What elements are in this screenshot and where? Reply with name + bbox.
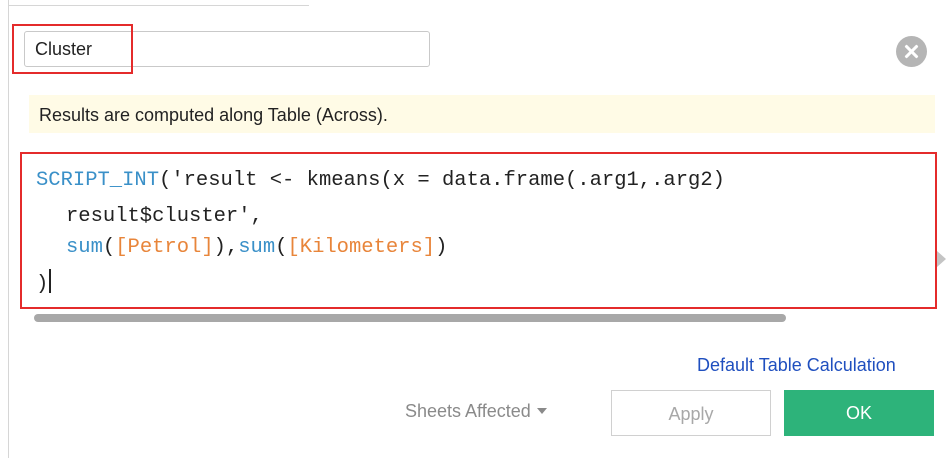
code-sum-function-2: sum [238,236,276,259]
default-table-calculation-link[interactable]: Default Table Calculation [697,355,896,376]
computation-info-bar: Results are computed along Table (Across… [29,95,935,133]
close-circle-icon[interactable] [896,36,927,67]
caret-down-icon [536,408,547,414]
apply-button[interactable]: Apply [611,390,771,436]
ok-button[interactable]: OK [784,390,934,436]
code-paren: ( [102,236,116,259]
code-paren: ) [435,236,448,259]
code-closing-paren: ) [36,273,49,296]
code-line-1: SCRIPT_INT('result <- kmeans(x = data.fr… [36,169,725,192]
calculation-name-input[interactable]: Cluster [24,31,430,67]
code-paren: ), [213,236,239,259]
sheets-affected-dropdown[interactable]: Sheets Affected [405,401,547,422]
sheets-affected-label: Sheets Affected [405,401,531,421]
computation-info-text: Results are computed along Table (Across… [39,105,388,125]
code-paren: ( [275,236,288,259]
code-line-3: sum([Petrol]),sum([Kilometers]) [66,236,447,259]
code-script-text: ('result <- kmeans(x = data.frame(.arg1,… [159,169,725,192]
code-function-name: SCRIPT_INT [36,169,160,192]
code-script-end: result$cluster', [66,205,263,228]
code-field-petrol: [Petrol] [115,236,214,259]
code-line-4: ) [36,269,52,296]
code-field-kilometers: [Kilometers] [287,236,436,259]
code-sum-function-1: sum [66,236,103,259]
code-line-2: result$cluster', [66,205,263,228]
text-cursor [49,269,52,293]
top-divider [9,0,309,6]
horizontal-scrollbar[interactable] [34,314,786,322]
formula-editor[interactable]: SCRIPT_INT('result <- kmeans(x = data.fr… [20,152,937,309]
scroll-right-arrow-icon[interactable] [937,251,946,267]
